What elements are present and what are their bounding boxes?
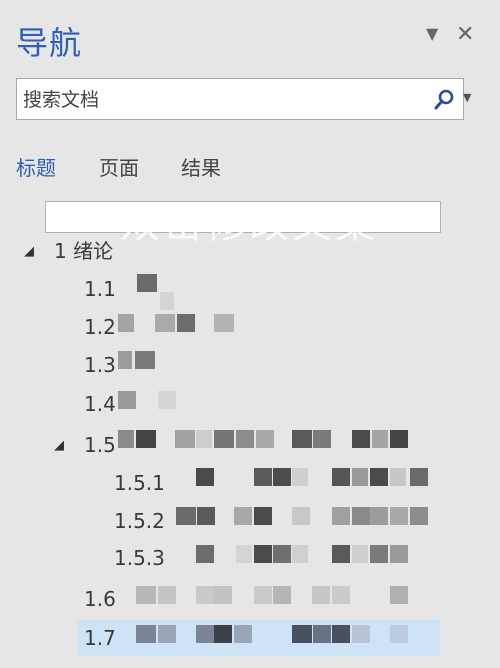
heading-item[interactable]: 1.1 [0,271,500,307]
heading-label: 1.2 [84,315,116,339]
heading-item[interactable]: ◢ 1 绪论 [0,233,500,269]
navigation-pane-title: 导航 [16,24,83,62]
search-box[interactable]: ▼ [16,78,471,120]
tab-results[interactable]: 结果 [181,152,221,181]
close-icon[interactable]: ✕ [456,22,474,47]
heading-label: 1.7 [84,626,116,650]
heading-item[interactable]: 1.2 [0,309,500,345]
text-box-banner[interactable] [45,201,441,233]
heading-item-selected[interactable]: 1.7 [77,620,440,656]
pane-options-icon[interactable]: ▼ [426,24,438,43]
heading-label: 1.5.3 [114,546,165,570]
heading-label: 1.5 [84,433,116,457]
heading-label: 1.5.2 [114,509,165,533]
search-options-icon[interactable]: ▼ [463,91,471,104]
heading-label: 1.6 [84,587,116,611]
tab-headings[interactable]: 标题 [16,152,56,181]
search-input[interactable] [21,83,405,117]
heading-item[interactable]: 1.6 [0,581,500,617]
tab-pages[interactable]: 页面 [99,152,139,181]
heading-item[interactable]: 1.3 [0,347,500,383]
search-icon[interactable] [433,89,455,111]
heading-label: 1.4 [84,392,116,416]
collapse-triangle-icon[interactable]: ◢ [24,234,34,270]
heading-item[interactable]: 1.4 [0,386,500,422]
heading-label: 1.3 [84,353,116,377]
heading-label: 1.5.1 [114,471,165,495]
heading-label: 1.1 [84,277,116,301]
collapse-triangle-icon[interactable]: ◢ [54,428,64,464]
heading-label: 1 绪论 [54,239,114,263]
